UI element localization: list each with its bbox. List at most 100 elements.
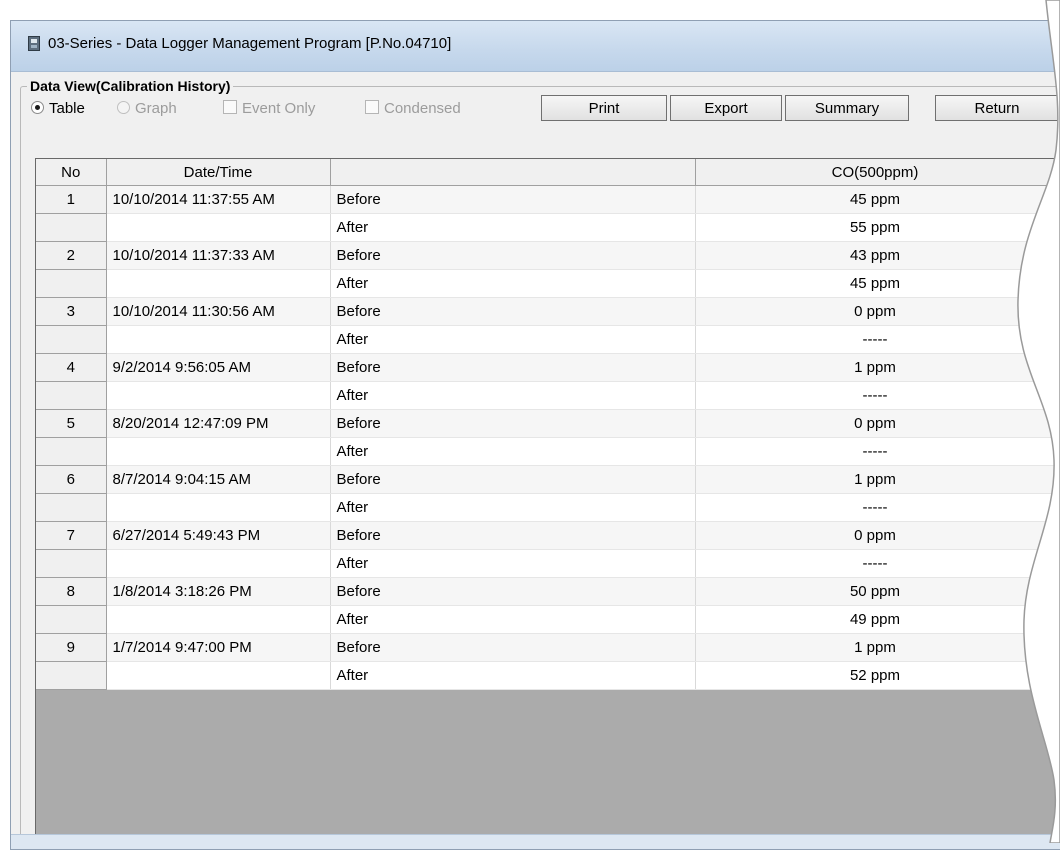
- co-value-cell: 45 ppm: [695, 185, 1056, 214]
- datetime-cell: 10/10/2014 11:37:55 AM: [106, 185, 331, 214]
- table-row[interactable]: After -----: [36, 325, 1056, 354]
- table-row[interactable]: 3 10/10/2014 11:30:56 AM Before 0 ppm: [36, 297, 1056, 326]
- table-row[interactable]: After -----: [36, 493, 1056, 522]
- condensed-label: Condensed: [384, 100, 461, 117]
- table-row[interactable]: After 45 ppm: [36, 269, 1056, 298]
- return-button[interactable]: Return: [935, 95, 1059, 121]
- column-header-no[interactable]: No: [36, 159, 107, 186]
- co-value-cell: 55 ppm: [695, 213, 1056, 242]
- datetime-cell: [106, 213, 331, 242]
- event-only-checkbox[interactable]: Event Only: [223, 100, 315, 120]
- table-header-row: No Date/Time CO(500ppm): [36, 159, 1056, 186]
- radio-unselected-icon: [117, 101, 130, 114]
- co-value-cell: 49 ppm: [695, 605, 1056, 634]
- export-button[interactable]: Export: [670, 95, 782, 121]
- stage-cell: Before: [330, 241, 696, 270]
- stage-cell: Before: [330, 633, 696, 662]
- datetime-cell: 10/10/2014 11:30:56 AM: [106, 297, 331, 326]
- table-row[interactable]: After -----: [36, 381, 1056, 410]
- co-value-cell: 52 ppm: [695, 661, 1056, 690]
- bottom-frame-edge: [11, 834, 1060, 849]
- history-grid[interactable]: No Date/Time CO(500ppm) 1 10/10/2014 11:3…: [35, 158, 1060, 849]
- datetime-cell: [106, 661, 331, 690]
- row-number-cell: [36, 381, 107, 410]
- print-button[interactable]: Print: [541, 95, 667, 121]
- row-number-cell: [36, 605, 107, 634]
- row-number-cell: 9: [36, 633, 107, 662]
- stage-cell: After: [330, 213, 696, 242]
- table-row[interactable]: 4 9/2/2014 9:56:05 AM Before 1 ppm: [36, 353, 1056, 382]
- stage-cell: Before: [330, 465, 696, 494]
- table-row[interactable]: After -----: [36, 437, 1056, 466]
- co-value-cell: 1 ppm: [695, 353, 1056, 382]
- table-row[interactable]: 9 1/7/2014 9:47:00 PM Before 1 ppm: [36, 633, 1056, 662]
- graph-radio-label: Graph: [135, 100, 177, 117]
- co-value-cell: 0 ppm: [695, 409, 1056, 438]
- datetime-cell: 8/7/2014 9:04:15 AM: [106, 465, 331, 494]
- datetime-cell: [106, 437, 331, 466]
- column-header-datetime[interactable]: Date/Time: [106, 159, 331, 186]
- stage-cell: Before: [330, 185, 696, 214]
- radio-selected-icon: [31, 101, 44, 114]
- column-header-co[interactable]: CO(500ppm): [695, 159, 1056, 186]
- stage-cell: After: [330, 605, 696, 634]
- app-window: 03-Series - Data Logger Management Progr…: [10, 20, 1060, 850]
- datetime-cell: 9/2/2014 9:56:05 AM: [106, 353, 331, 382]
- table-row[interactable]: 6 8/7/2014 9:04:15 AM Before 1 ppm: [36, 465, 1056, 494]
- column-header-stage[interactable]: [330, 159, 696, 186]
- row-number-cell: [36, 213, 107, 242]
- co-value-cell: 1 ppm: [695, 633, 1056, 662]
- co-value-cell: 45 ppm: [695, 269, 1056, 298]
- table-row[interactable]: After 52 ppm: [36, 661, 1056, 690]
- row-number-cell: 2: [36, 241, 107, 270]
- row-number-cell: 5: [36, 409, 107, 438]
- data-logger-app-icon: [28, 36, 40, 51]
- client-area: Data View(Calibration History) Table Gra…: [11, 72, 1060, 849]
- table-radio[interactable]: Table: [31, 100, 85, 120]
- table-row[interactable]: 1 10/10/2014 11:37:55 AM Before 45 ppm: [36, 185, 1056, 214]
- event-only-label: Event Only: [242, 100, 316, 117]
- stage-cell: After: [330, 437, 696, 466]
- co-value-cell: -----: [695, 381, 1056, 410]
- row-number-cell: [36, 325, 107, 354]
- table-row[interactable]: 2 10/10/2014 11:37:33 AM Before 43 ppm: [36, 241, 1056, 270]
- table-row[interactable]: After 55 ppm: [36, 213, 1056, 242]
- stage-cell: Before: [330, 577, 696, 606]
- stage-cell: Before: [330, 521, 696, 550]
- graph-radio[interactable]: Graph: [117, 100, 177, 120]
- stage-cell: Before: [330, 409, 696, 438]
- table-row[interactable]: 7 6/27/2014 5:49:43 PM Before 0 ppm: [36, 521, 1056, 550]
- row-number-cell: [36, 493, 107, 522]
- checkbox-unchecked-icon: [365, 100, 379, 114]
- co-value-cell: -----: [695, 437, 1056, 466]
- datetime-cell: [106, 605, 331, 634]
- datetime-cell: [106, 269, 331, 298]
- row-number-cell: [36, 269, 107, 298]
- summary-button[interactable]: Summary: [785, 95, 909, 121]
- stage-cell: After: [330, 381, 696, 410]
- datetime-cell: 8/20/2014 12:47:09 PM: [106, 409, 331, 438]
- datetime-cell: [106, 493, 331, 522]
- row-number-cell: 7: [36, 521, 107, 550]
- datetime-cell: 1/8/2014 3:18:26 PM: [106, 577, 331, 606]
- co-value-cell: -----: [695, 325, 1056, 354]
- datetime-cell: [106, 381, 331, 410]
- stage-cell: After: [330, 493, 696, 522]
- row-number-cell: 4: [36, 353, 107, 382]
- stage-cell: After: [330, 549, 696, 578]
- stage-cell: After: [330, 325, 696, 354]
- row-number-cell: 1: [36, 185, 107, 214]
- row-number-cell: [36, 437, 107, 466]
- datetime-cell: [106, 325, 331, 354]
- co-value-cell: 0 ppm: [695, 297, 1056, 326]
- table-row[interactable]: 5 8/20/2014 12:47:09 PM Before 0 ppm: [36, 409, 1056, 438]
- table-row[interactable]: After -----: [36, 549, 1056, 578]
- checkbox-unchecked-icon: [223, 100, 237, 114]
- condensed-checkbox[interactable]: Condensed: [365, 100, 461, 120]
- window-title: 03-Series - Data Logger Management Progr…: [48, 35, 452, 52]
- row-number-cell: 3: [36, 297, 107, 326]
- table-row[interactable]: After 49 ppm: [36, 605, 1056, 634]
- datetime-cell: 6/27/2014 5:49:43 PM: [106, 521, 331, 550]
- title-bar[interactable]: 03-Series - Data Logger Management Progr…: [11, 21, 1060, 72]
- table-row[interactable]: 8 1/8/2014 3:18:26 PM Before 50 ppm: [36, 577, 1056, 606]
